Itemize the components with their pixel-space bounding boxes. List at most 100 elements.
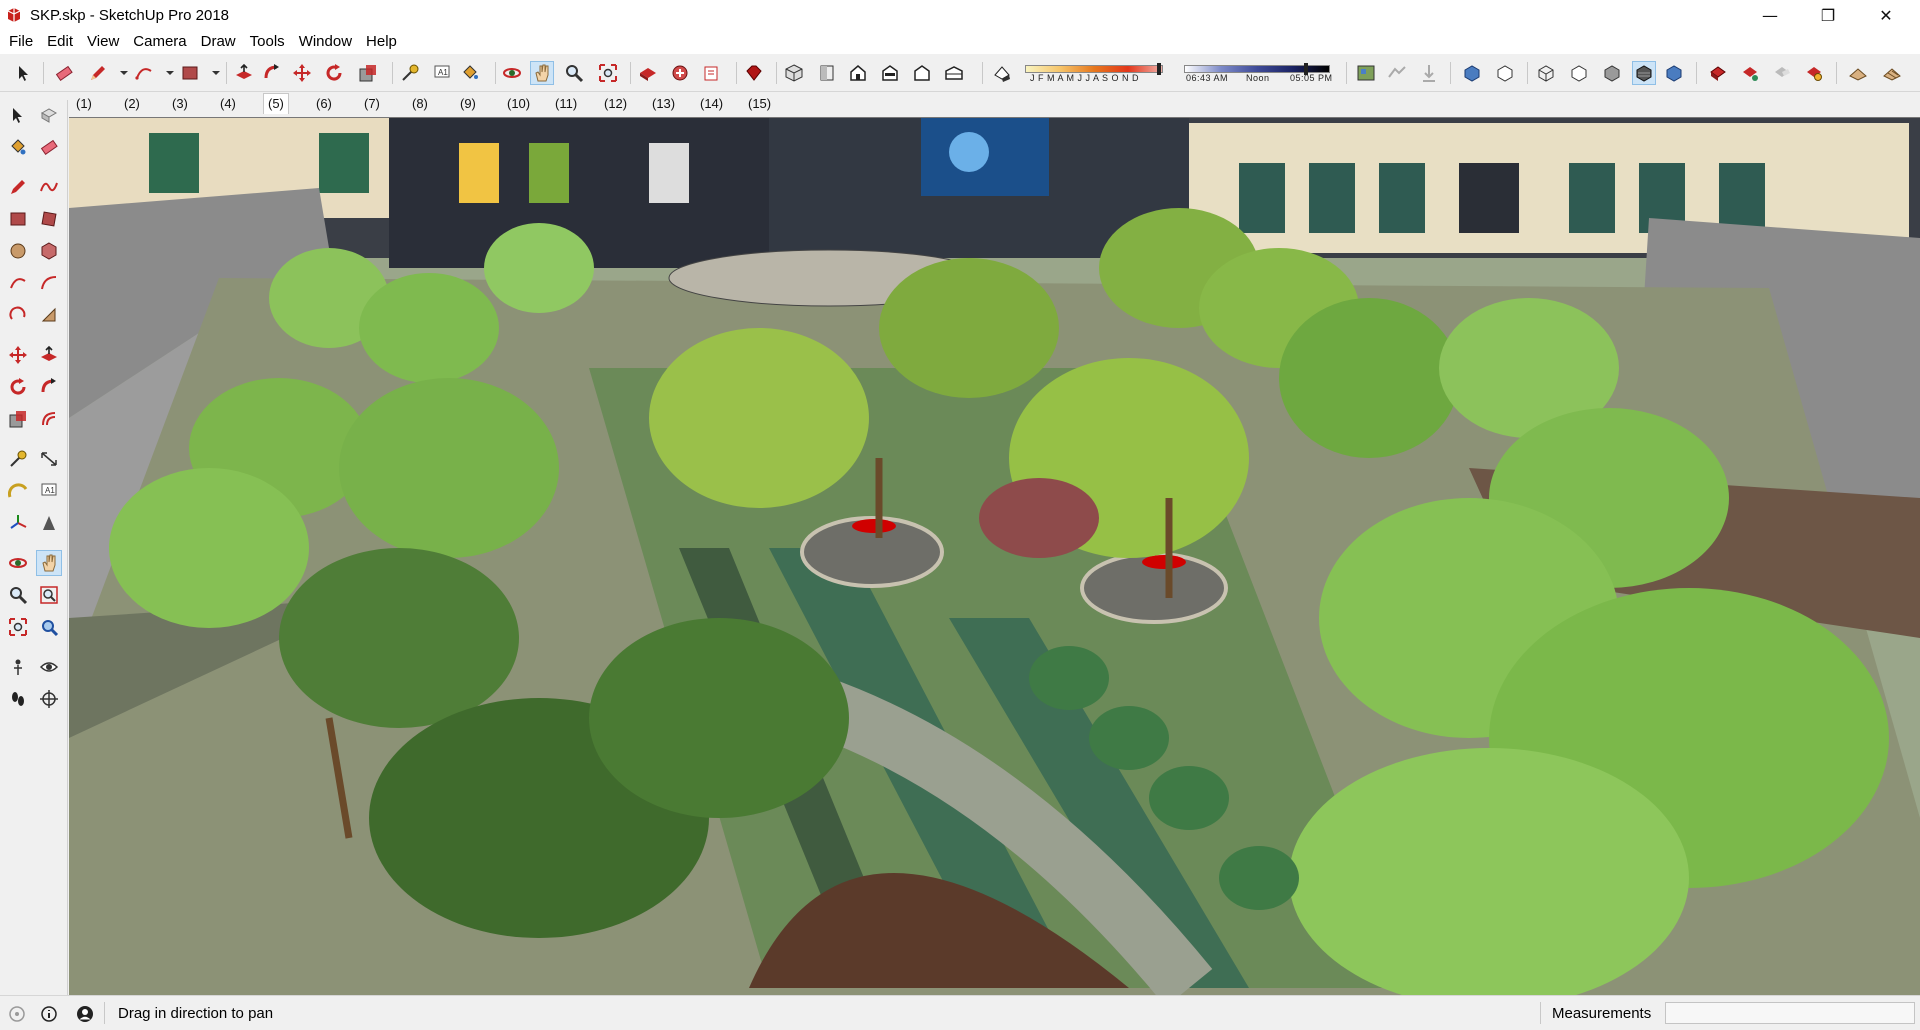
zoom-window-tool-icon[interactable] [36,582,62,608]
scene-tab[interactable]: (3) [168,94,192,114]
scene-tab[interactable]: (13) [648,94,679,114]
menu-file[interactable]: File [2,31,40,53]
solid-tools-icon[interactable] [1770,61,1794,85]
right-view-icon[interactable] [878,61,902,85]
orbit-tool-icon[interactable] [5,550,31,576]
menu-help[interactable]: Help [359,31,404,53]
pie-tool-icon[interactable] [36,302,62,328]
two-point-arc-tool-icon[interactable] [36,270,62,296]
minimize-button[interactable]: — [1742,0,1798,30]
scene-tab[interactable]: (7) [360,94,384,114]
rectangle-tool-icon[interactable] [178,61,202,85]
zoom-extents-tool-icon[interactable] [596,61,620,85]
sandbox-from-scratch-icon[interactable] [1880,61,1904,85]
front-view-icon[interactable] [846,61,870,85]
group-tool-icon[interactable] [1738,61,1762,85]
paint-bucket-tool-icon[interactable] [458,61,482,85]
rotate-tool-icon[interactable] [322,61,346,85]
look-around-tool-icon[interactable] [36,654,62,680]
text-tool-icon[interactable]: A1 [430,61,454,85]
pan-tool-icon[interactable] [530,61,554,85]
back-edges-style-icon[interactable] [1493,61,1517,85]
shaded-style-icon[interactable] [1600,61,1624,85]
scene-tab[interactable]: (1) [72,94,96,114]
left-view-icon[interactable] [942,61,966,85]
xray-style-icon[interactable] [1460,61,1484,85]
paint-bucket-tool-icon[interactable] [5,134,31,160]
section-plane-tool-icon[interactable] [36,686,62,712]
iso-view-icon[interactable] [782,61,806,85]
select-tool-icon[interactable] [12,61,36,85]
dimension-tool-icon[interactable] [36,446,62,472]
scene-tab[interactable]: (2) [120,94,144,114]
push-pull-tool-icon[interactable] [36,342,62,368]
select-tool-icon[interactable] [5,102,31,128]
eraser-tool-icon[interactable] [36,134,62,160]
scale-tool-icon[interactable] [5,406,31,432]
wireframe-style-icon[interactable] [1534,61,1558,85]
shadows-toggle-icon[interactable] [990,61,1014,85]
component-tool-icon[interactable] [1706,61,1730,85]
orbit-tool-icon[interactable] [500,61,524,85]
scene-tab[interactable]: (9) [456,94,480,114]
push-pull-tool-icon[interactable] [232,61,256,85]
dropdown-arrow-icon[interactable] [204,61,228,85]
scene-tab[interactable]: (10) [503,94,534,114]
scene-tab-active[interactable]: (5) [263,93,289,114]
polygon-tool-icon[interactable] [36,238,62,264]
menu-view[interactable]: View [80,31,126,53]
pencil-tool-icon[interactable] [86,61,110,85]
zoom-extents-tool-icon[interactable] [5,614,31,640]
three-point-arc-tool-icon[interactable] [5,302,31,328]
layout-send-icon[interactable] [700,61,724,85]
follow-me-tool-icon[interactable] [36,374,62,400]
geolocation-icon[interactable] [8,1005,26,1023]
menu-camera[interactable]: Camera [126,31,193,53]
ruby-console-icon[interactable] [742,61,766,85]
shaded-textures-style-icon[interactable] [1632,61,1656,85]
rotated-rectangle-tool-icon[interactable] [36,206,62,232]
offset-tool-icon[interactable] [36,406,62,432]
pan-tool-icon[interactable] [36,550,62,576]
top-view-icon[interactable] [815,61,839,85]
sandbox-from-contours-icon[interactable] [1846,61,1870,85]
back-view-icon[interactable] [910,61,934,85]
menu-window[interactable]: Window [292,31,359,53]
line-tool-icon[interactable] [5,174,31,200]
move-tool-icon[interactable] [5,342,31,368]
tape-measure-tool-icon[interactable] [5,446,31,472]
scene-tab[interactable]: (15) [744,94,775,114]
protractor-tool-icon[interactable] [5,478,31,504]
user-account-icon[interactable] [76,1005,94,1023]
scale-tool-icon[interactable] [356,61,380,85]
photo-textures-icon[interactable] [1417,61,1441,85]
restore-button[interactable]: ❐ [1800,0,1856,30]
walk-tool-icon[interactable] [5,686,31,712]
extension-warehouse-icon[interactable] [668,61,692,85]
menu-draw[interactable]: Draw [194,31,243,53]
dynamic-components-icon[interactable] [1802,61,1826,85]
freehand-tool-icon[interactable] [36,174,62,200]
3d-warehouse-icon[interactable] [636,61,660,85]
hidden-line-style-icon[interactable] [1567,61,1591,85]
add-location-icon[interactable] [1354,61,1378,85]
arc-tool-icon[interactable] [132,61,156,85]
move-tool-icon[interactable] [290,61,314,85]
arc-tool-icon[interactable] [5,270,31,296]
scene-tab[interactable]: (6) [312,94,336,114]
text-tool-icon[interactable]: A1 [36,478,62,504]
monochrome-style-icon[interactable] [1662,61,1686,85]
tape-measure-tool-icon[interactable] [398,61,422,85]
zoom-tool-icon[interactable] [5,582,31,608]
rectangle-tool-icon[interactable] [5,206,31,232]
toggle-terrain-icon[interactable] [1385,61,1409,85]
eraser-tool-icon[interactable] [52,61,76,85]
make-component-tool-icon[interactable] [36,102,62,128]
scene-tab[interactable]: (11) [551,94,581,114]
credits-info-icon[interactable] [40,1005,58,1023]
rotate-tool-icon[interactable] [5,374,31,400]
close-button[interactable]: ✕ [1858,0,1914,30]
axes-tool-icon[interactable] [5,510,31,536]
model-viewport[interactable] [69,117,1920,995]
3d-text-tool-icon[interactable] [36,510,62,536]
